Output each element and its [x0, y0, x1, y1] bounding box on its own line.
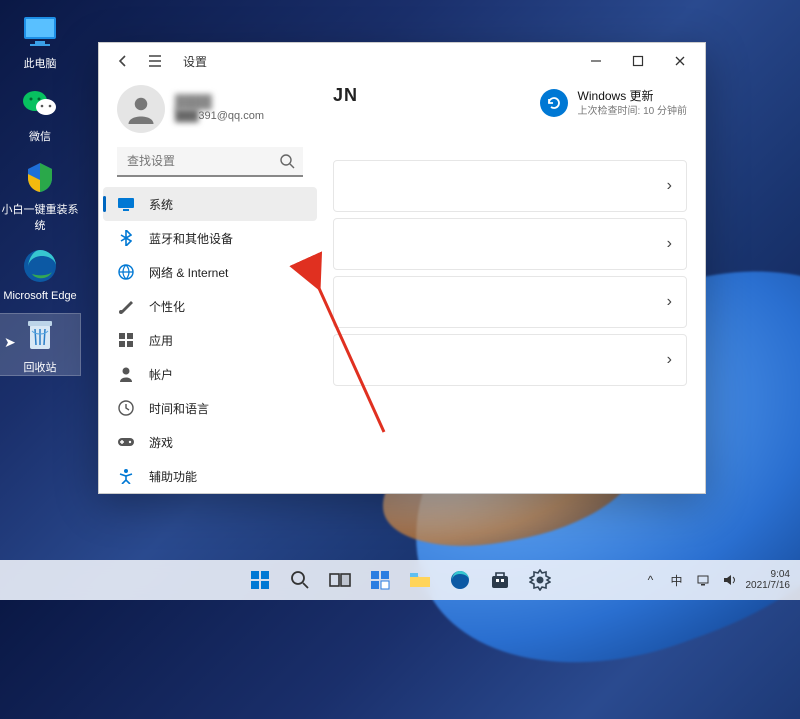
desktop-icon-label: 此电脑 — [0, 55, 80, 71]
explorer-icon[interactable] — [403, 563, 437, 597]
desktop-icon-label: 回收站 — [0, 359, 80, 375]
nav-bluetooth[interactable]: 蓝牙和其他设备 — [103, 221, 317, 255]
update-title: Windows 更新 — [578, 89, 687, 105]
desktop-icon-recycle-bin[interactable]: 回收站 — [0, 314, 80, 375]
window-title: 设置 — [183, 53, 207, 70]
apps-icon — [117, 331, 135, 349]
desktop-icon-edge[interactable]: Microsoft Edge — [0, 245, 80, 302]
volume-icon[interactable] — [720, 568, 738, 592]
network-tray-icon[interactable] — [694, 568, 712, 592]
ime-indicator[interactable]: 中 — [668, 568, 686, 592]
network-icon — [117, 263, 135, 281]
nav-gaming[interactable]: 游戏 — [103, 425, 317, 459]
back-button[interactable] — [113, 51, 133, 71]
task-view-icon[interactable] — [323, 563, 357, 597]
settings-row[interactable]: › — [333, 218, 687, 270]
close-button[interactable] — [659, 46, 701, 76]
update-icon — [540, 89, 568, 117]
gamepad-icon — [117, 433, 135, 451]
nav-label: 蓝牙和其他设备 — [149, 230, 233, 247]
nav-label: 辅助功能 — [149, 468, 197, 485]
settings-row[interactable]: › — [333, 160, 687, 212]
chevron-right-icon: › — [667, 293, 672, 311]
desktop-icon-label: 微信 — [0, 128, 80, 144]
nav-label: 个性化 — [149, 298, 185, 315]
maximize-button[interactable] — [617, 46, 659, 76]
windows-update-tile[interactable]: Windows 更新 上次检查时间: 10 分钟前 — [540, 89, 687, 118]
taskbar-center — [243, 563, 557, 597]
settings-row[interactable]: › — [333, 276, 687, 328]
nav-system[interactable]: 系统 — [103, 187, 317, 221]
nav-label: 网络 & Internet — [149, 264, 228, 281]
update-subtitle: 上次检查时间: 10 分钟前 — [578, 105, 687, 118]
main-panel: JN Windows 更新 上次检查时间: 10 分钟前 › › › › — [321, 79, 705, 493]
nav-label: 帐户 — [149, 366, 173, 383]
nav-personalize[interactable]: 个性化 — [103, 289, 317, 323]
tray-chevron-up-icon[interactable]: ^ — [642, 568, 660, 592]
start-button[interactable] — [243, 563, 277, 597]
nav-list: 系统 蓝牙和其他设备 网络 & Internet 个性化 应用 帐户 时间和语言… — [103, 187, 317, 493]
nav-label: 系统 — [149, 196, 173, 213]
clock[interactable]: 9:04 2021/7/16 — [746, 569, 791, 592]
nav-accounts[interactable]: 帐户 — [103, 357, 317, 391]
chevron-right-icon: › — [667, 351, 672, 369]
settings-row[interactable]: › — [333, 334, 687, 386]
hamburger-menu-icon[interactable] — [145, 51, 165, 71]
store-icon[interactable] — [483, 563, 517, 597]
widgets-icon[interactable] — [363, 563, 397, 597]
desktop-icon-label: 小白一键重装系统 — [0, 201, 80, 233]
taskbar-search-icon[interactable] — [283, 563, 317, 597]
taskbar: ^ 中 9:04 2021/7/16 — [0, 560, 800, 600]
nav-accessibility[interactable]: 辅助功能 — [103, 459, 317, 493]
profile-name: ████ — [175, 94, 264, 110]
person-icon — [117, 365, 135, 383]
minimize-button[interactable] — [575, 46, 617, 76]
nav-apps[interactable]: 应用 — [103, 323, 317, 357]
nav-label: 时间和语言 — [149, 400, 209, 417]
profile-block[interactable]: ████ ███391@qq.com — [103, 79, 317, 145]
desktop-icon-xiaobai[interactable]: 小白一键重装系统 — [0, 156, 80, 233]
search-input[interactable] — [117, 147, 303, 177]
chevron-right-icon: › — [667, 235, 672, 253]
brush-icon — [117, 297, 135, 315]
nav-label: 应用 — [149, 332, 173, 349]
desktop-icon-this-pc[interactable]: 此电脑 — [0, 10, 80, 71]
avatar — [117, 85, 165, 133]
nav-label: 游戏 — [149, 434, 173, 451]
settings-rows: › › › › — [333, 160, 687, 386]
system-tray: ^ 中 9:04 2021/7/16 — [642, 568, 800, 592]
nav-network[interactable]: 网络 & Internet — [103, 255, 317, 289]
settings-icon[interactable] — [523, 563, 557, 597]
profile-email: ███391@qq.com — [175, 110, 264, 124]
settings-window: 设置 ████ ███391@qq.com 系统 蓝牙和其他设备 — [98, 42, 706, 494]
search-box[interactable] — [117, 147, 303, 177]
time: 9:04 — [746, 569, 791, 581]
edge-icon[interactable] — [443, 563, 477, 597]
desktop-icon-wechat[interactable]: 微信 — [0, 83, 80, 144]
nav-time-language[interactable]: 时间和语言 — [103, 391, 317, 425]
sidebar: ████ ███391@qq.com 系统 蓝牙和其他设备 网络 & Inter… — [99, 79, 321, 493]
desktop-icon-label: Microsoft Edge — [0, 290, 80, 302]
titlebar: 设置 — [99, 43, 705, 79]
system-icon — [117, 195, 135, 213]
date: 2021/7/16 — [746, 580, 791, 592]
chevron-right-icon: › — [667, 177, 672, 195]
search-icon — [279, 153, 295, 174]
bluetooth-icon — [117, 229, 135, 247]
accessibility-icon — [117, 467, 135, 485]
desktop: 此电脑 微信 小白一键重装系统 Microsoft Edge 回收站 — [0, 0, 90, 387]
device-name: JN — [333, 85, 358, 106]
clock-icon — [117, 399, 135, 417]
